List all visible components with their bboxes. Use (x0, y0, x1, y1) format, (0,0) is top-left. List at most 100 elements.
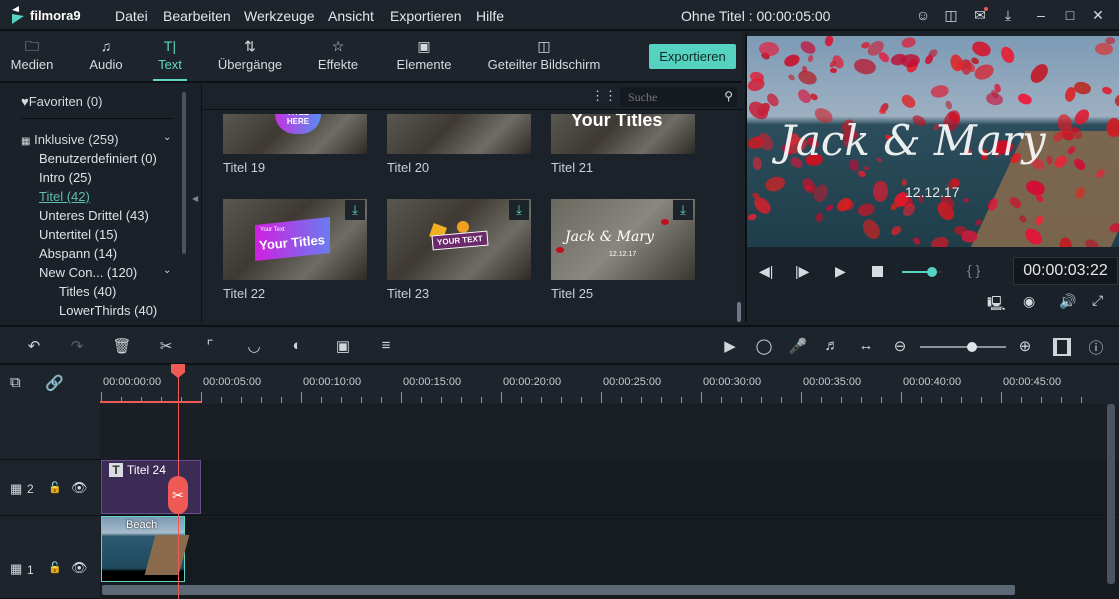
tab-audio[interactable]: ♫ Audio (86, 33, 126, 81)
ruler-tick (381, 397, 382, 403)
mark-in-out-icon[interactable]: { } (967, 262, 980, 278)
next-frame-icon[interactable]: |▶ (795, 263, 809, 280)
download-icon[interactable]: ⤓ (673, 200, 693, 220)
sidebar-item[interactable]: Unteres Drittel (43) (39, 208, 149, 223)
menu-datei[interactable]: Datei (115, 8, 148, 24)
ruler-tick (501, 392, 502, 403)
stop-icon[interactable] (872, 266, 883, 277)
download-icon[interactable]: ⤓ (345, 200, 365, 220)
fullscreen-icon[interactable]: ⤢ (1092, 292, 1103, 309)
eye-icon[interactable]: 👁 (71, 560, 88, 576)
ruler-tick (521, 397, 522, 403)
zoom-in-icon[interactable]: ⊕ (1015, 337, 1035, 355)
sidebar-item[interactable]: New Con... (120) (39, 265, 137, 280)
sidebar-item[interactable]: Intro (25) (39, 170, 92, 185)
tab-effekte[interactable]: ☆ Effekte (314, 33, 362, 81)
export-button[interactable]: Exportieren (649, 44, 736, 69)
sidebar-item[interactable]: Abspann (14) (39, 246, 117, 261)
undo-icon[interactable]: ↶ (24, 337, 44, 355)
speed-icon[interactable]: ◡ (244, 337, 264, 355)
redo-icon[interactable]: ↷ (67, 337, 87, 355)
collapse-arrow-icon[interactable]: ◀ (192, 194, 198, 203)
tab-text[interactable]: T| Text (153, 33, 187, 81)
tab-medien[interactable]: 🗀 Medien (8, 33, 56, 81)
volume-icon[interactable]: 🔊 (1059, 293, 1076, 310)
tab-elemente[interactable]: ▣ Elemente (393, 33, 455, 81)
save-icon[interactable]: ◫ (943, 7, 959, 23)
marker-icon[interactable]: ◯ (754, 337, 774, 355)
petal (747, 212, 758, 221)
ruler-tick (681, 397, 682, 403)
title-thumbnail[interactable]: TITLE HERE (223, 114, 367, 154)
download-icon[interactable]: ⤓ (1000, 7, 1016, 23)
timeline-horizontal-scrollbar[interactable] (102, 585, 1015, 595)
camera-icon[interactable]: ◉ (1023, 293, 1035, 310)
title-thumbnail[interactable]: Jack & Mary 12.12.17 ⤓ (551, 199, 695, 280)
title-thumbnail[interactable] (387, 114, 531, 154)
ruler-tick-label: 00:00:20:00 (503, 376, 562, 388)
adjust-icon[interactable]: ≡ (376, 337, 396, 354)
zoom-slider[interactable] (920, 342, 1006, 352)
maximize-icon[interactable]: □ (1062, 7, 1078, 23)
fit-icon[interactable]: ↔ (856, 337, 876, 354)
audio-mixer-icon[interactable]: ♬ (822, 337, 842, 354)
track-header-empty (0, 404, 100, 460)
close-icon[interactable]: ✕ (1090, 7, 1106, 23)
menu-ansicht[interactable]: Ansicht (328, 8, 374, 24)
minimize-icon[interactable]: – (1033, 7, 1049, 23)
help-icon[interactable]: ⓘ (1086, 337, 1106, 358)
menu-werkzeuge[interactable]: Werkzeuge (244, 8, 315, 24)
display-settings-icon[interactable]: 🖳 (987, 293, 1006, 317)
tab-uebergaenge[interactable]: ⇅ Übergänge (216, 33, 284, 81)
video-clip[interactable]: Beach (101, 516, 190, 582)
grid-view-icon[interactable]: ⋮⋮ (591, 88, 617, 104)
color-icon[interactable]: ◐ (287, 337, 307, 354)
lock-icon[interactable]: 🔓 (48, 561, 62, 574)
sidebar-item[interactable]: Benutzerdefiniert (0) (39, 151, 157, 166)
add-track-icon[interactable]: ⧉ (10, 374, 21, 391)
play-icon[interactable]: ▶ (835, 263, 846, 280)
delete-icon[interactable]: 🗑 (112, 337, 132, 355)
petal (763, 174, 787, 194)
user-icon[interactable]: ☺ (915, 7, 931, 23)
sidebar-subitem[interactable]: Titles (40) (59, 284, 116, 299)
title-thumbnail[interactable]: Your Titles (551, 114, 695, 154)
sidebar-item-active[interactable]: Titel (42) (39, 189, 90, 204)
microphone-icon[interactable]: 🎤 (788, 337, 808, 355)
lock-icon[interactable]: 🔓 (48, 481, 62, 494)
mail-icon[interactable]: ✉ (972, 7, 988, 23)
menu-exportieren[interactable]: Exportieren (390, 8, 462, 24)
title-thumbnail[interactable]: Your Text Your Titles ⤓ (223, 199, 367, 280)
scissors-icon[interactable]: ✂ (168, 476, 188, 514)
layout-icon[interactable] (1053, 338, 1071, 356)
menu-bearbeiten[interactable]: Bearbeiten (163, 8, 231, 24)
timeline-vertical-scrollbar[interactable] (1107, 404, 1115, 584)
petal (807, 54, 815, 63)
previous-frame-icon[interactable]: ◀| (759, 263, 773, 280)
link-icon[interactable]: 🔗 (45, 374, 64, 392)
tab-geteilter-bildschirm[interactable]: ◫ Geteilter Bildschirm (485, 33, 603, 81)
included-item[interactable]: ▦ Inklusive (259) (21, 132, 119, 147)
cut-icon[interactable]: ✂ (156, 337, 176, 355)
petal (1101, 85, 1113, 95)
search-box[interactable]: ⚲ (620, 87, 737, 107)
transition-icon: ⇅ (244, 38, 256, 54)
sidebar-item[interactable]: Untertitel (15) (39, 227, 118, 242)
download-icon[interactable]: ⤓ (509, 200, 529, 220)
crop-icon[interactable]: ⌜ (200, 337, 220, 355)
chevron-down-icon[interactable]: ⌄ (163, 132, 171, 143)
menu-hilfe[interactable]: Hilfe (476, 8, 504, 24)
chevron-down-icon[interactable]: ⌄ (163, 265, 171, 276)
render-icon[interactable]: ▶ (720, 337, 740, 355)
sidebar-subitem[interactable]: LowerThirds (40) (59, 303, 157, 318)
zoom-out-icon[interactable]: ⊖ (890, 337, 910, 355)
title-thumbnail[interactable]: YOUR TEXT ⤓ (387, 199, 531, 280)
petal (962, 197, 970, 204)
eye-icon[interactable]: 👁 (71, 480, 88, 496)
volume-slider[interactable] (902, 267, 942, 277)
sidebar-scrollbar[interactable] (182, 92, 186, 254)
library-scrollbar[interactable] (737, 302, 741, 322)
search-input[interactable] (620, 87, 715, 107)
green-screen-icon[interactable]: ▣ (333, 337, 353, 355)
favorites-item[interactable]: ♥Favoriten (0) (21, 94, 102, 109)
